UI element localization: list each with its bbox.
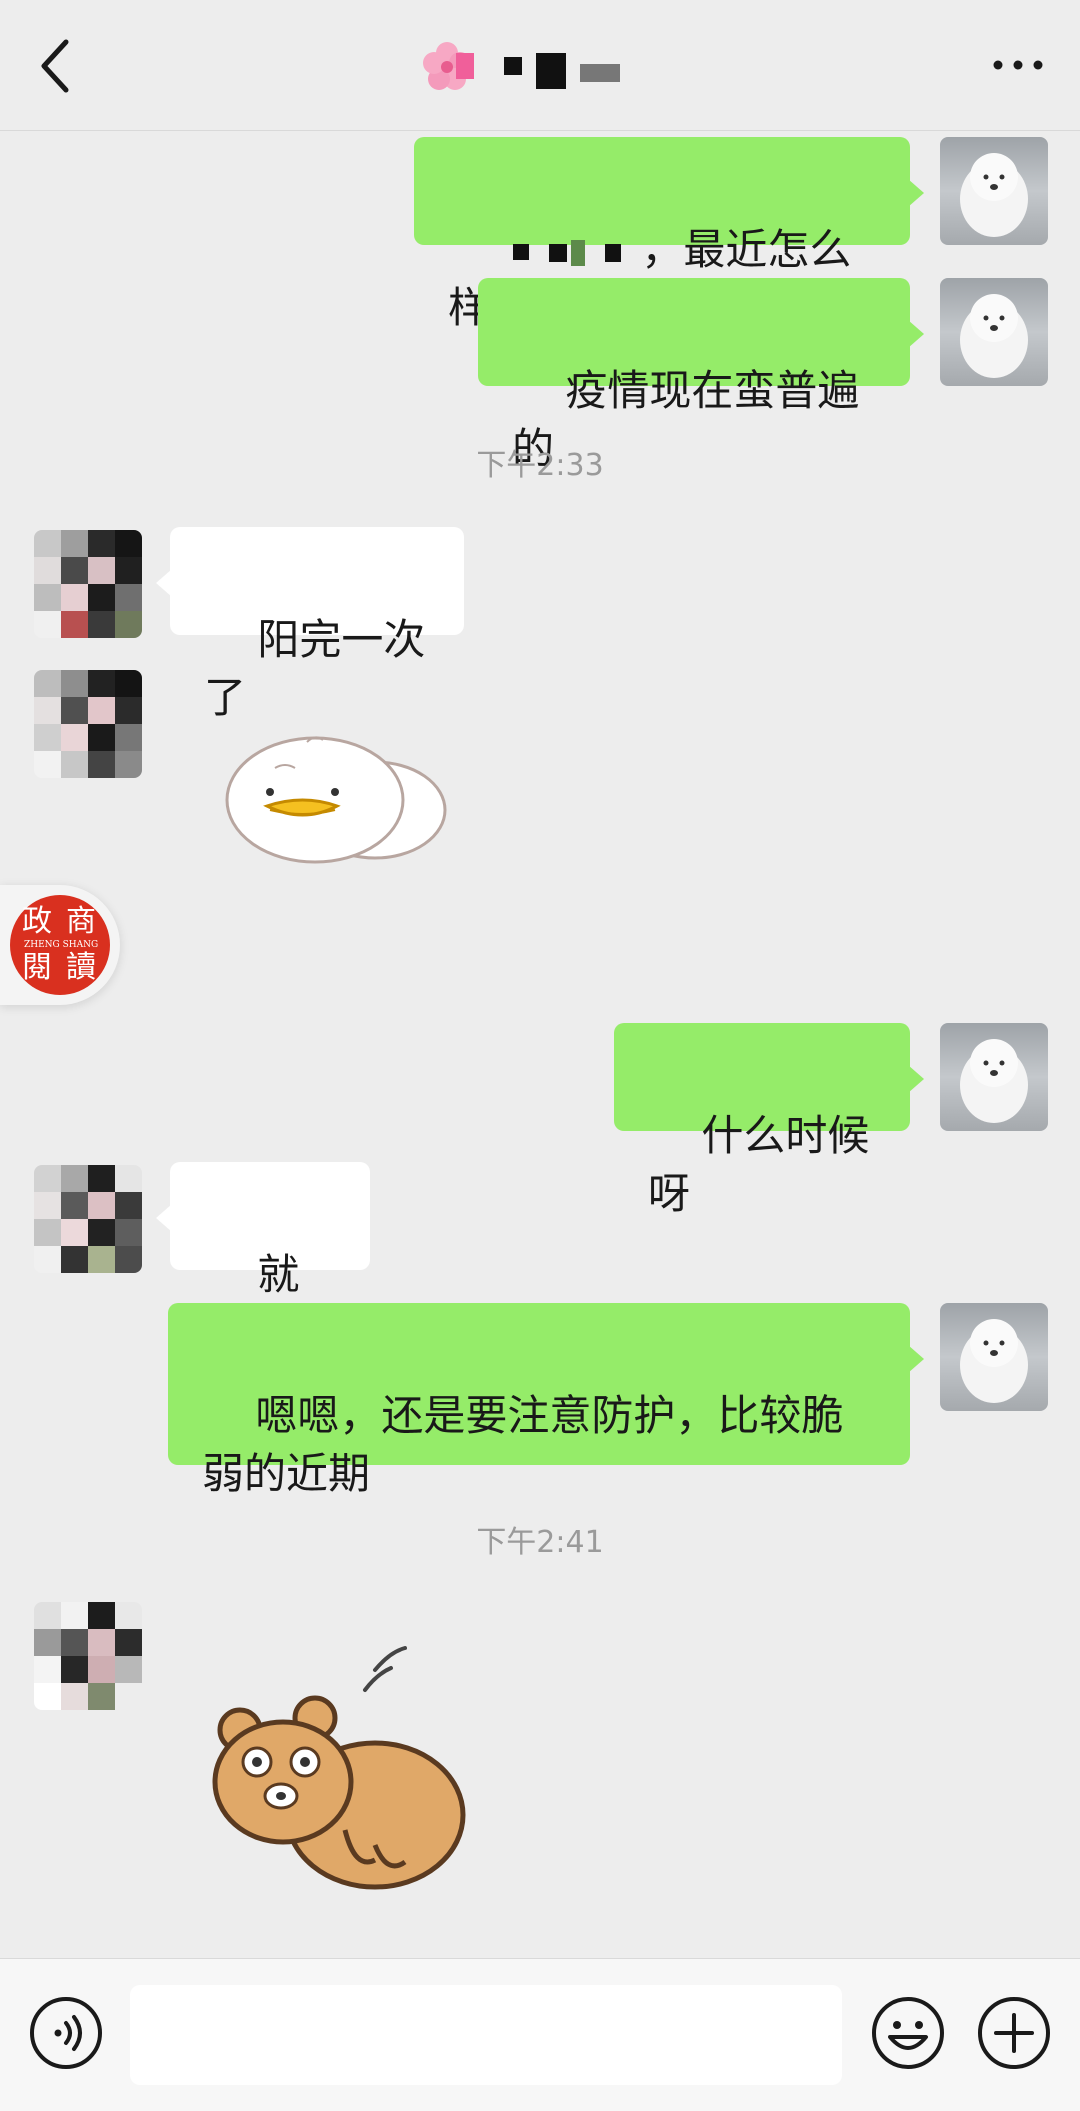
watermark-char: 商	[66, 904, 96, 939]
message-input[interactable]	[130, 1985, 842, 2085]
contact-avatar[interactable]	[34, 1602, 142, 1710]
message-bubble-outgoing[interactable]: 疫情现在蛮普遍的	[478, 278, 924, 473]
chevron-left-icon[interactable]	[36, 36, 76, 96]
message-bubble-outgoing[interactable]: ，最近怎么样?	[414, 137, 924, 332]
redacted-name-inline	[501, 238, 641, 268]
message-bubble-incoming[interactable]: 阳完一次了	[156, 527, 464, 722]
emoji-icon[interactable]	[870, 1995, 946, 2071]
watermark-badge: 政 商 ZHENG SHANG 閱 讀	[0, 885, 120, 1005]
watermark-logo: 政 商 ZHENG SHANG 閱 讀	[10, 895, 110, 995]
watermark-char: 閱	[22, 950, 52, 985]
self-avatar[interactable]	[940, 1023, 1048, 1131]
contact-avatar[interactable]	[34, 1165, 142, 1273]
contact-name	[420, 38, 620, 94]
self-avatar[interactable]	[940, 1303, 1048, 1411]
duck-sticker[interactable]	[215, 720, 455, 870]
watermark-subtitle: ZHENG SHANG	[24, 940, 99, 950]
message-bubble-incoming[interactable]: 就这周	[156, 1162, 370, 1357]
timestamp: 下午2:33	[476, 448, 604, 483]
more-dots-icon[interactable]	[988, 50, 1048, 80]
redacted-name	[504, 43, 620, 89]
contact-avatar[interactable]	[34, 530, 142, 638]
watermark-char: 讀	[66, 950, 96, 985]
plus-icon[interactable]	[976, 1995, 1052, 2071]
timestamp: 下午2:41	[476, 1525, 604, 1560]
message-bubble-outgoing[interactable]: 嗯嗯，还是要注意防护，比较脆弱的近期	[168, 1303, 924, 1498]
bear-bow-sticker[interactable]	[205, 1630, 475, 1900]
message-text: 阳完一次了	[204, 615, 426, 722]
voice-icon[interactable]	[28, 1995, 104, 2071]
watermark-char: 政	[22, 904, 52, 939]
message-bubble-outgoing[interactable]: 什么时候呀	[614, 1023, 924, 1218]
message-text: 嗯嗯，还是要注意防护，比较脆弱的近期	[202, 1391, 844, 1498]
input-bar	[0, 1958, 1080, 2111]
message-list[interactable]: ，最近怎么样? 疫情现在蛮普遍的 下午2:33 阳完一次了	[0, 130, 1080, 1958]
chat-header	[0, 0, 1080, 131]
self-avatar[interactable]	[940, 278, 1048, 386]
flower-icon	[423, 42, 474, 90]
self-avatar[interactable]	[940, 137, 1048, 245]
message-text: 什么时候呀	[648, 1111, 870, 1218]
contact-avatar[interactable]	[34, 670, 142, 778]
